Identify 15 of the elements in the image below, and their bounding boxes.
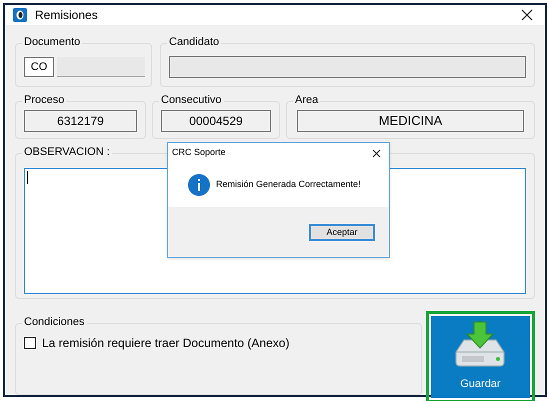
value-field[interactable]: 00004529: [161, 110, 271, 132]
close-icon: [521, 9, 533, 21]
close-icon[interactable]: [372, 148, 381, 158]
value-field[interactable]: MEDICINA: [297, 110, 524, 132]
dialog-message: Remisión Generada Correctamente!: [216, 178, 361, 192]
document-type-field[interactable]: CO: [24, 57, 54, 77]
info-icon: [188, 174, 210, 196]
document-number-field[interactable]: [57, 57, 145, 77]
dialog-title: CRC Soporte: [172, 146, 227, 160]
accept-button[interactable]: Aceptar: [309, 224, 375, 240]
save-button[interactable]: Guardar: [430, 316, 530, 398]
app-icon: [13, 8, 27, 22]
candidate-field[interactable]: [169, 56, 526, 78]
value-field[interactable]: 6312179: [24, 110, 137, 132]
window-title: Remisiones: [35, 7, 99, 24]
